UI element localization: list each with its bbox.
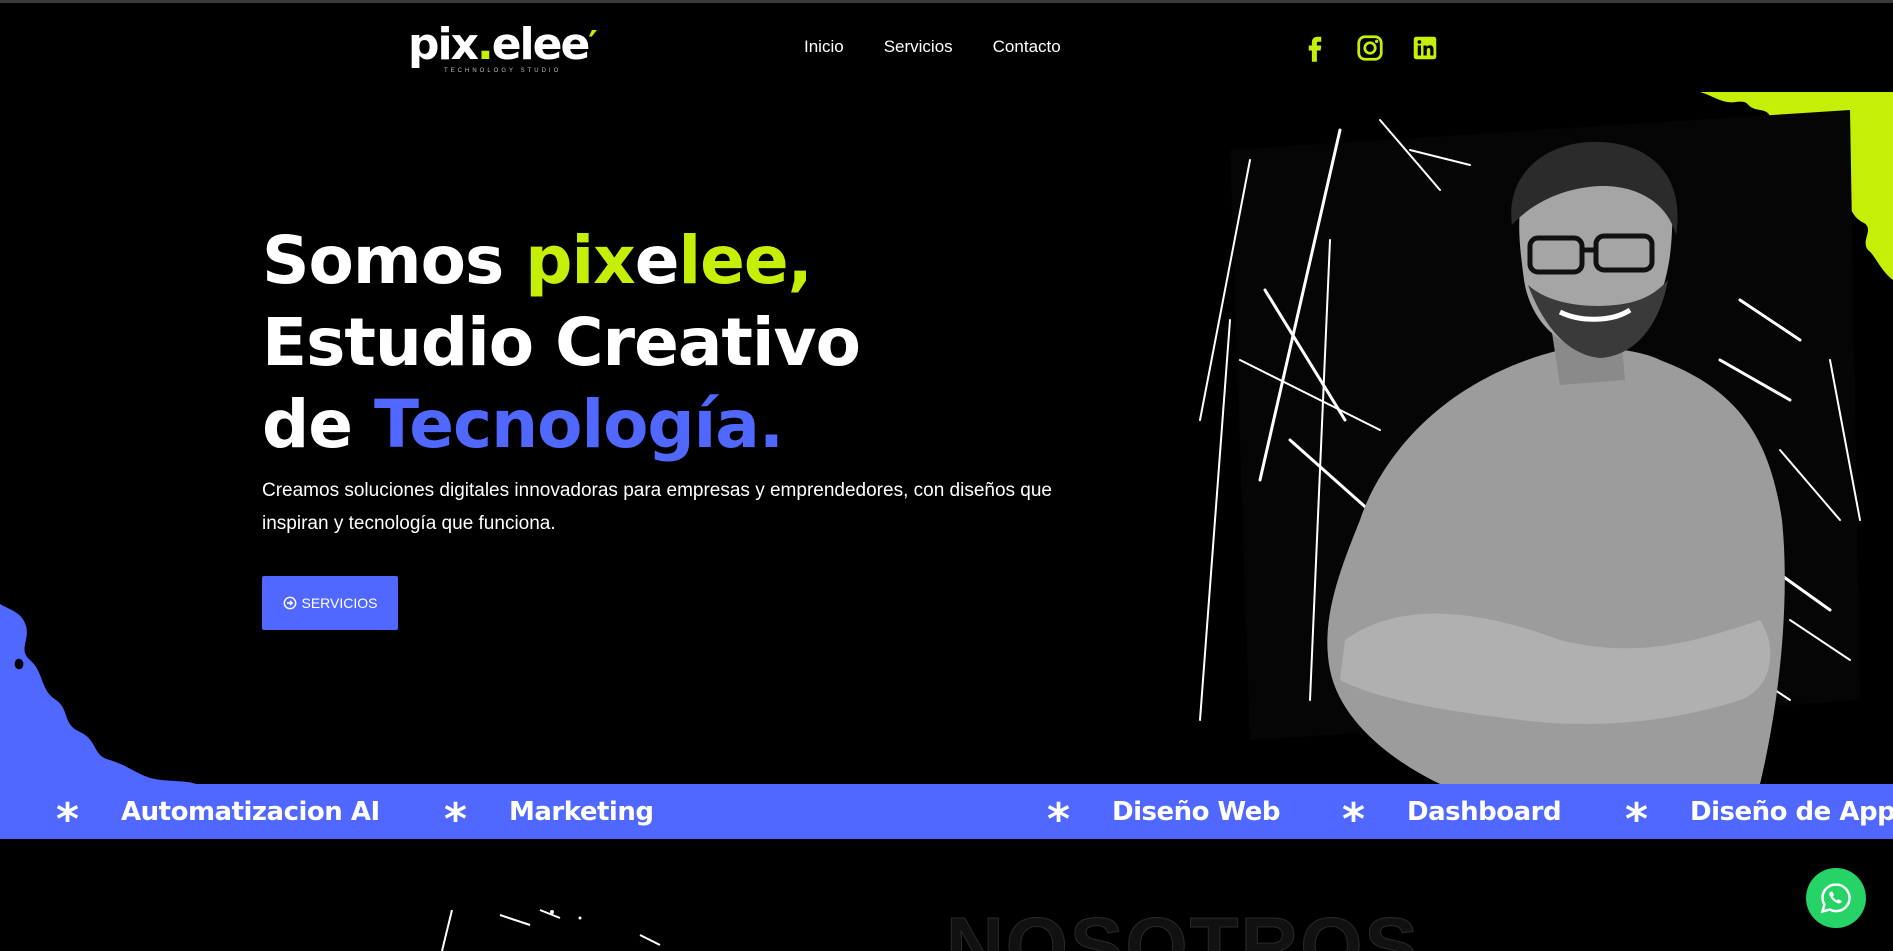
nav-link-contacto[interactable]: Contacto [993,35,1061,59]
main-nav: Inicio Servicios Contacto [804,35,1101,59]
hero-title-line-2: Estudio Creativo [262,304,861,381]
services-button-label: SERVICIOS [301,595,378,611]
portrait-arms [1340,613,1771,724]
portrait-neck [1550,320,1625,385]
hero-description: Creamos soluciones digitales innovadoras… [262,480,1053,534]
asterisk-icon: * [56,793,80,839]
social-links [1300,33,1465,63]
portrait-glasses [1527,233,1655,275]
portrait-head [1519,147,1673,351]
blue-paint-splash [0,604,196,784]
logo-wordmark: pix.elee′ [408,19,598,70]
services-marquee: * Automatizacion AI * Marketing * Diseño… [0,784,1893,839]
portrait-hair [1511,141,1678,235]
white-scratch-lines [1199,119,1861,721]
hero-title-line-3: de Tecnología. [262,386,784,463]
marquee-item: * Diseño Web [1047,784,1281,840]
green-paint-splash [1700,92,1893,280]
section-title-nosotros: NOSOTROS [946,901,1420,951]
nav-link-inicio[interactable]: Inicio [804,35,844,59]
services-button[interactable]: SERVICIOS [262,576,398,630]
asterisk-icon: * [1342,793,1366,839]
asterisk-icon: * [1047,793,1071,839]
portrait-shirt [1327,348,1785,784]
portrait-person [1327,141,1785,784]
portrait-beard [1528,280,1668,358]
portrait-smile [1558,307,1632,322]
arrow-circle-right-icon [283,596,296,610]
asterisk-icon: * [444,793,468,839]
instagram-icon[interactable] [1355,33,1385,63]
whatsapp-icon [1820,883,1851,914]
whatsapp-button[interactable] [1806,868,1866,928]
asterisk-icon: * [1625,793,1649,839]
site-header: pix.elee′ TECHNOLOGY STUDIO Inicio Servi… [0,3,1893,91]
logo-tagline: TECHNOLOGY STUDIO [444,68,562,74]
blue-paint-speck [14,658,24,670]
marquee-item: * Marketing [444,784,654,840]
hero-title: Somos pixelee, Estudio Creativo de Tecno… [262,220,861,466]
nav-link-servicios[interactable]: Servicios [884,35,953,59]
marquee-item: * Automatizacion AI [56,784,380,840]
marquee-item: * Dashboard [1342,784,1562,840]
marquee-item: * Diseño de App [1625,784,1893,840]
grunge-backdrop [1230,110,1860,740]
facebook-icon[interactable] [1300,33,1330,63]
hero-title-line-1: Somos pixelee, [262,222,813,299]
logo[interactable]: pix.elee′ TECHNOLOGY STUDIO [408,19,598,75]
linkedin-icon[interactable] [1410,33,1440,63]
